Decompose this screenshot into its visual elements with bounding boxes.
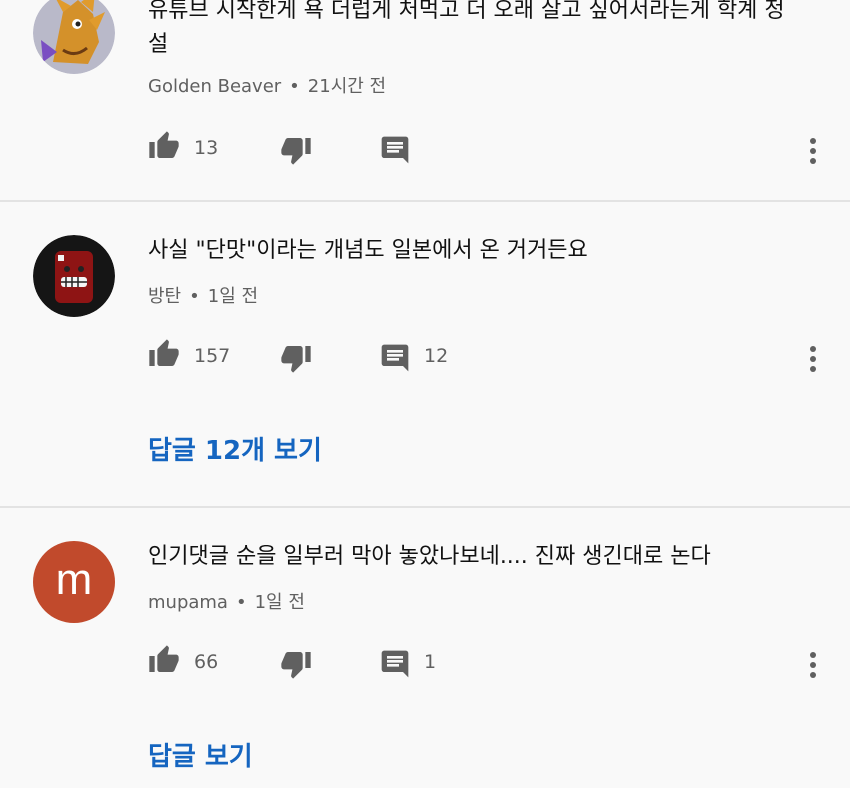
more-options-button[interactable] [803,130,823,170]
avatar[interactable] [33,0,115,74]
comment-meta: mupama • 1일 전 [148,588,305,614]
view-replies-link[interactable]: 답글 보기 [148,736,253,773]
dislike-button[interactable] [280,342,312,378]
reply-count: 12 [424,345,449,367]
more-vert-icon [810,138,816,144]
more-options-button[interactable] [803,644,823,684]
reply-count: 1 [424,651,437,673]
thumbs-down-icon [281,138,311,165]
thumbs-up-icon [149,131,179,158]
comment-item: 유튜브 시작한게 욕 더럽게 처먹고 더 오래 살고 싶어서라는게 학계 정설 … [0,0,850,200]
comment-text: 인기댓글 순을 일부러 막아 놓았나보네.... 진짜 생긴대로 논다 [148,544,711,569]
author-name[interactable]: mupama [148,592,228,613]
reply-icon [381,136,409,164]
more-options-button[interactable] [803,338,823,378]
separator-dot: • [235,592,247,613]
comment-meta: Golden Beaver • 21시간 전 [148,72,386,98]
separator-dot: • [189,286,200,307]
author-name[interactable]: 방탄 [148,286,181,307]
comment-time: 1일 전 [254,592,305,613]
dislike-button[interactable] [280,648,312,684]
author-name[interactable]: Golden Beaver [148,76,281,97]
thumbs-up-icon [149,645,179,672]
like-count: 66 [194,651,219,673]
comment-item: m 인기댓글 순을 일부러 막아 놓았나보네.... 진짜 생긴대로 논다 mu… [0,508,850,788]
reply-button[interactable] [379,648,411,684]
thumbs-down-icon [281,346,311,373]
comment-time: 21시간 전 [307,76,387,97]
like-button[interactable] [148,644,180,680]
comment-actions: 66 1 [0,644,850,684]
comment-actions: 13 [0,130,850,170]
avatar[interactable]: m [33,541,115,623]
thumbs-up-icon [149,339,179,366]
comment-meta: 방탄 • 1일 전 [148,282,258,308]
like-button[interactable] [148,338,180,374]
reply-button[interactable] [379,342,411,378]
more-vert-icon [810,346,816,352]
reply-icon [381,650,409,678]
comment-text: 사실 "단맛"이라는 개념도 일본에서 온 거거든요 [148,238,588,263]
like-count: 157 [194,345,231,367]
comment-time: 1일 전 [207,286,259,307]
thumbs-down-icon [281,652,311,679]
like-button[interactable] [148,130,180,166]
avatar[interactable] [33,235,115,317]
view-replies-link[interactable]: 답글 12개 보기 [148,430,322,467]
more-vert-icon [810,652,816,658]
like-count: 13 [194,137,219,159]
avatar-letter: m [55,555,93,604]
dislike-button[interactable] [280,134,312,170]
comment-item: 사실 "단맛"이라는 개념도 일본에서 온 거거든요 방탄 • 1일 전 157 1… [0,202,850,506]
separator-dot: • [289,76,300,97]
comment-text: 유튜브 시작한게 욕 더럽게 처먹고 더 오래 살고 싶어서라는게 학계 정설 [148,0,785,57]
comment-actions: 157 12 [0,338,850,378]
reply-icon [381,344,409,372]
reply-button[interactable] [379,134,411,170]
